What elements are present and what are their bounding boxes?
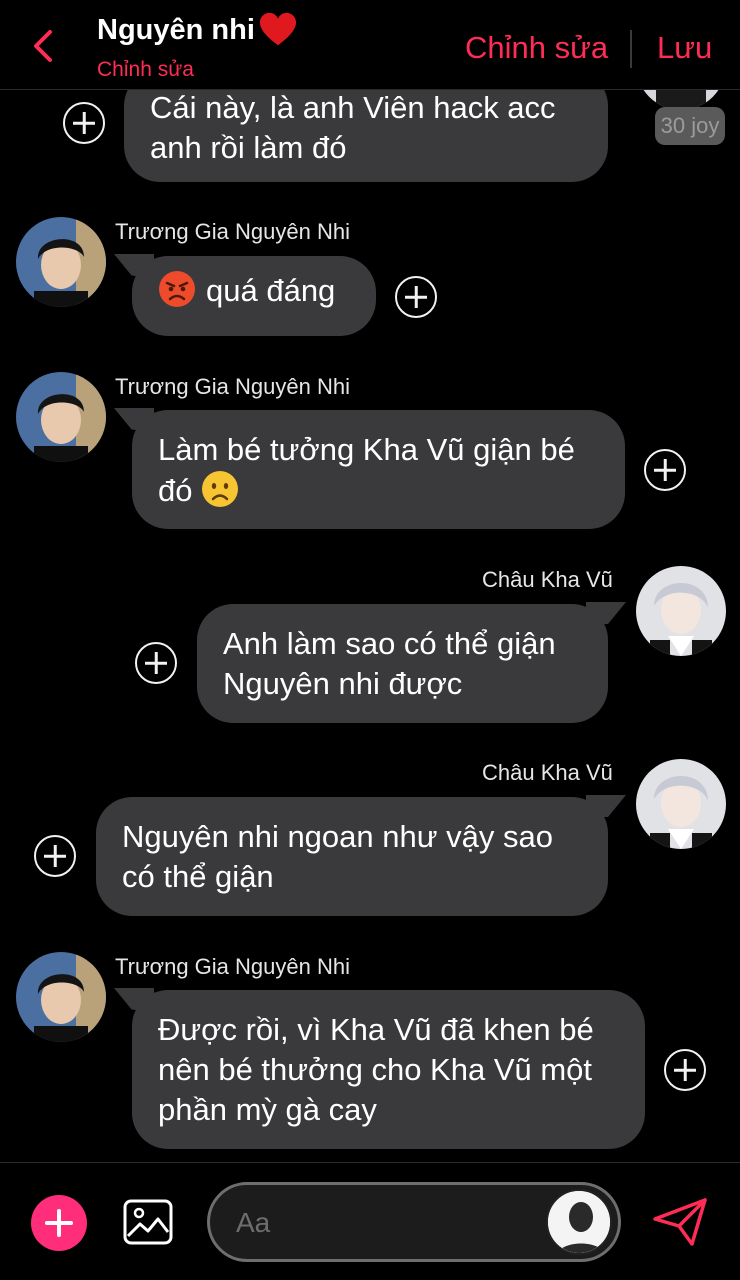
message-text: Cái này, là anh Viên hack acc anh rồi là… [150,90,556,165]
sender-name: Trương Gia Nguyên Nhi [115,219,350,244]
message-bubble[interactable]: Được rồi, vì Kha Vũ đã khen bé nên bé th… [132,990,645,1149]
message-text: Được rồi, vì Kha Vũ đã khen bé nên bé th… [158,1012,594,1127]
chat-header: Nguyên nhi Chỉnh sửa Chỉnh sửa Lưu [0,0,740,90]
message-input[interactable] [236,1203,536,1243]
avatar-truong-gia-nguyen-nhi[interactable] [16,952,106,1042]
edit-button[interactable]: Chỉnh sửa [465,30,608,66]
save-button[interactable]: Lưu [657,30,712,66]
message-text-line: Làm bé tưởng Kha Vũ giận bé [158,432,575,467]
image-gallery-icon[interactable] [122,1196,174,1248]
add-reaction-icon[interactable] [395,276,437,318]
add-reaction-icon[interactable] [135,642,177,684]
chat-title: Nguyên nhi [97,12,297,48]
avatar-chau-kha-vu[interactable] [636,759,726,849]
add-reaction-icon[interactable] [34,835,76,877]
add-reaction-icon[interactable] [664,1049,706,1091]
chat-subtitle[interactable]: Chỉnh sửa [97,58,194,82]
add-reaction-icon[interactable] [63,102,105,144]
composer-bar [0,1162,740,1280]
message-text: Anh làm sao có thể giận Nguyên nhi được [223,626,556,701]
message-text-line: đó [158,470,599,511]
message-text: Nguyên nhi ngoan như vậy sao có thể giận [122,819,553,894]
sender-name: Châu Kha Vũ [482,760,613,785]
message-bubble[interactable]: Anh làm sao có thể giận Nguyên nhi được [197,604,608,723]
add-attachment-button[interactable] [31,1195,87,1251]
sender-name: Trương Gia Nguyên Nhi [115,954,350,979]
frowning-face-emoji-icon [202,471,239,507]
message-bubble[interactable]: quá đáng [132,256,376,336]
add-reaction-icon[interactable] [644,449,686,491]
message-input-container[interactable] [207,1182,621,1262]
message-bubble[interactable]: Làm bé tưởng Kha Vũ giận bé đó [132,410,625,529]
avatar-truong-gia-nguyen-nhi[interactable] [16,217,106,307]
message-text: quá đáng [206,273,336,308]
angry-face-emoji-icon [159,271,195,307]
sender-name: Trương Gia Nguyên Nhi [115,374,350,399]
message-bubble[interactable]: Nguyên nhi ngoan như vậy sao có thể giận [96,797,608,916]
avatar-chau-kha-vu[interactable] [636,566,726,656]
send-icon[interactable] [652,1197,708,1247]
header-divider [630,30,632,68]
user-silhouette-icon[interactable] [546,1189,612,1255]
back-chevron-icon[interactable] [28,28,58,64]
avatar-truong-gia-nguyen-nhi[interactable] [16,372,106,462]
sender-name: Châu Kha Vũ [482,567,613,592]
red-heart-icon [259,12,296,46]
joy-badge: 30 joy [655,107,725,145]
chat-title-text: Nguyên nhi [97,13,255,46]
